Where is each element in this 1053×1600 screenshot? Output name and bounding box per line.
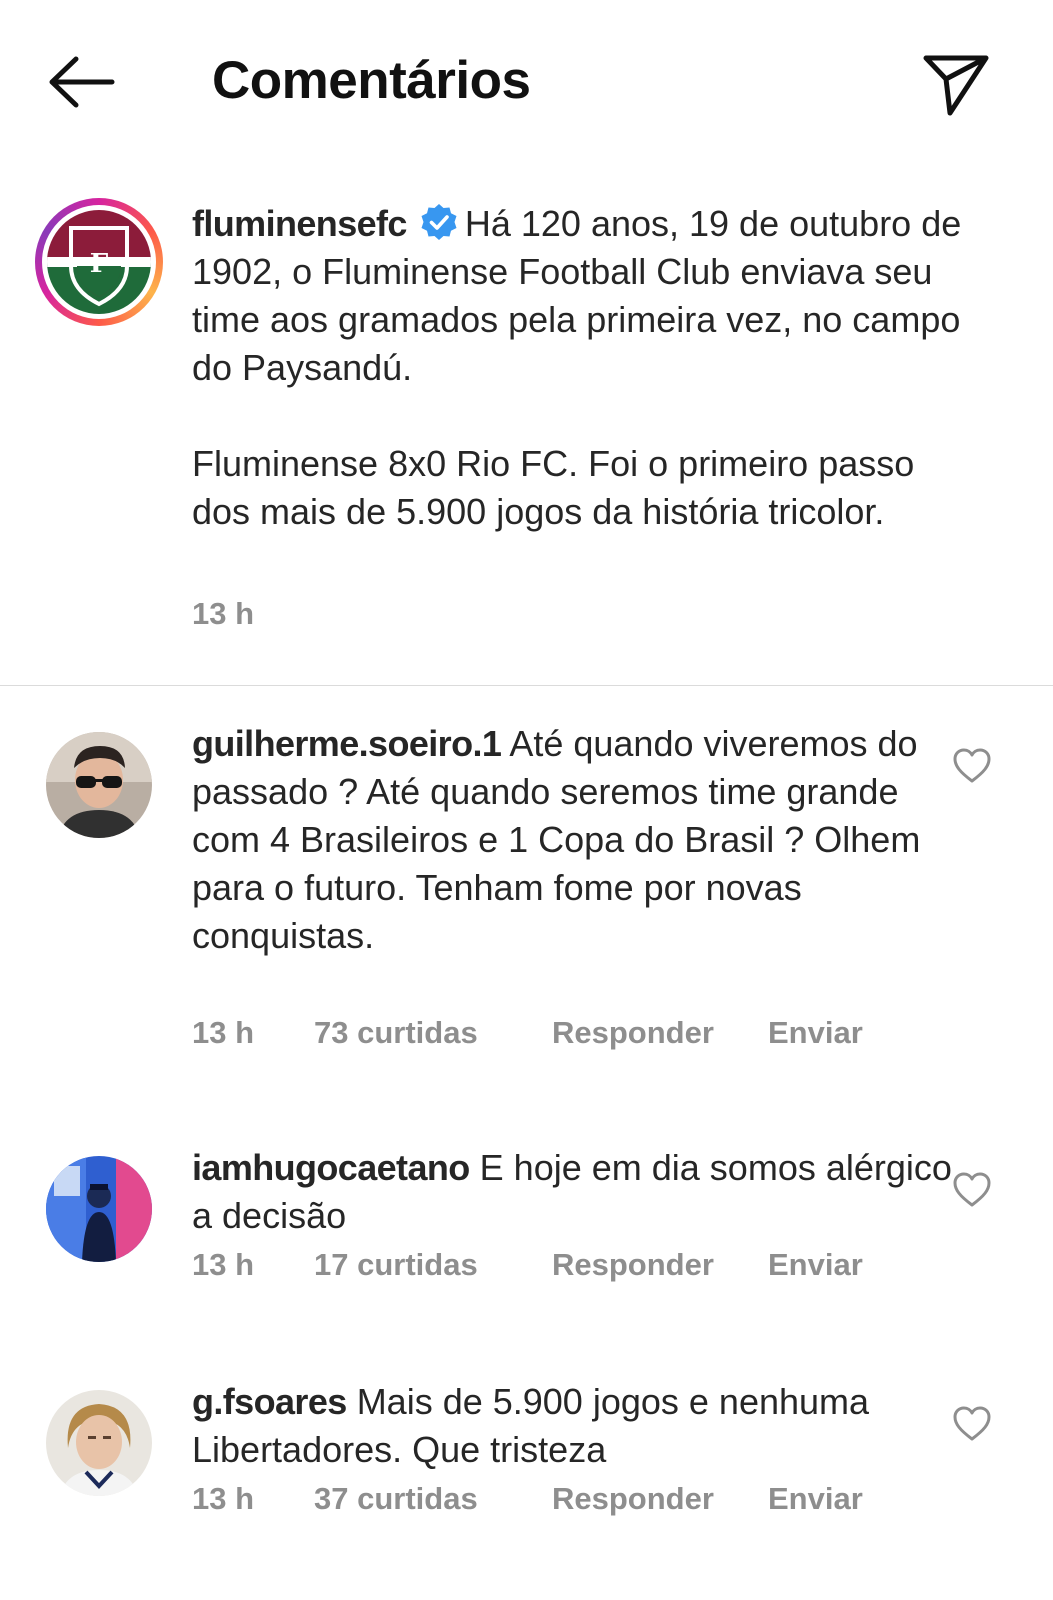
comment-likes[interactable]: 17 curtidas xyxy=(314,1247,478,1283)
verified-badge-icon xyxy=(419,202,459,242)
reply-button[interactable]: Responder xyxy=(552,1481,714,1517)
fluminense-crest-logo: F xyxy=(47,210,151,314)
caption-text-part2: Fluminense 8x0 Rio FC. Foi o primeiro pa… xyxy=(192,443,915,532)
divider xyxy=(0,685,1053,686)
send-button[interactable]: Enviar xyxy=(768,1481,863,1517)
comment-time: 13 h xyxy=(192,1015,255,1050)
avatar[interactable]: F xyxy=(35,198,163,326)
heart-icon[interactable] xyxy=(952,1404,992,1444)
caption-username[interactable]: fluminensefc xyxy=(192,203,407,244)
avatar[interactable] xyxy=(46,732,152,838)
heart-icon[interactable] xyxy=(952,746,992,786)
svg-text:F: F xyxy=(90,249,109,279)
comment-username[interactable]: iamhugocaetano xyxy=(192,1147,470,1188)
send-button[interactable]: Enviar xyxy=(768,1015,863,1051)
page-title: Comentários xyxy=(212,51,531,110)
comment-username[interactable]: guilherme.soeiro.1 xyxy=(192,723,502,764)
comment-text: guilherme.soeiro.1 Até quando viveremos … xyxy=(192,720,962,960)
comment-likes[interactable]: 37 curtidas xyxy=(314,1481,478,1517)
comment-text: g.fsoares Mais de 5.900 jogos e nenhuma … xyxy=(192,1378,962,1474)
avatar[interactable] xyxy=(46,1390,152,1496)
reply-button[interactable]: Responder xyxy=(552,1015,714,1051)
back-arrow-icon[interactable] xyxy=(46,52,116,112)
caption-time: 13 h xyxy=(192,596,255,631)
paper-plane-icon[interactable] xyxy=(920,48,992,120)
comment-text: iamhugocaetano E hoje em dia somos alérg… xyxy=(192,1144,962,1240)
header-bar: Comentários xyxy=(0,0,1053,170)
comment-likes[interactable]: 73 curtidas xyxy=(314,1015,478,1051)
avatar[interactable] xyxy=(46,1156,152,1262)
send-button[interactable]: Enviar xyxy=(768,1247,863,1283)
heart-icon[interactable] xyxy=(952,1170,992,1210)
comment-time: 13 h xyxy=(192,1481,255,1516)
reply-button[interactable]: Responder xyxy=(552,1247,714,1283)
comment-username[interactable]: g.fsoares xyxy=(192,1381,347,1422)
comment-time: 13 h xyxy=(192,1247,255,1282)
caption-text: fluminensefc Há 120 anos, 19 de outubro d… xyxy=(192,200,962,536)
